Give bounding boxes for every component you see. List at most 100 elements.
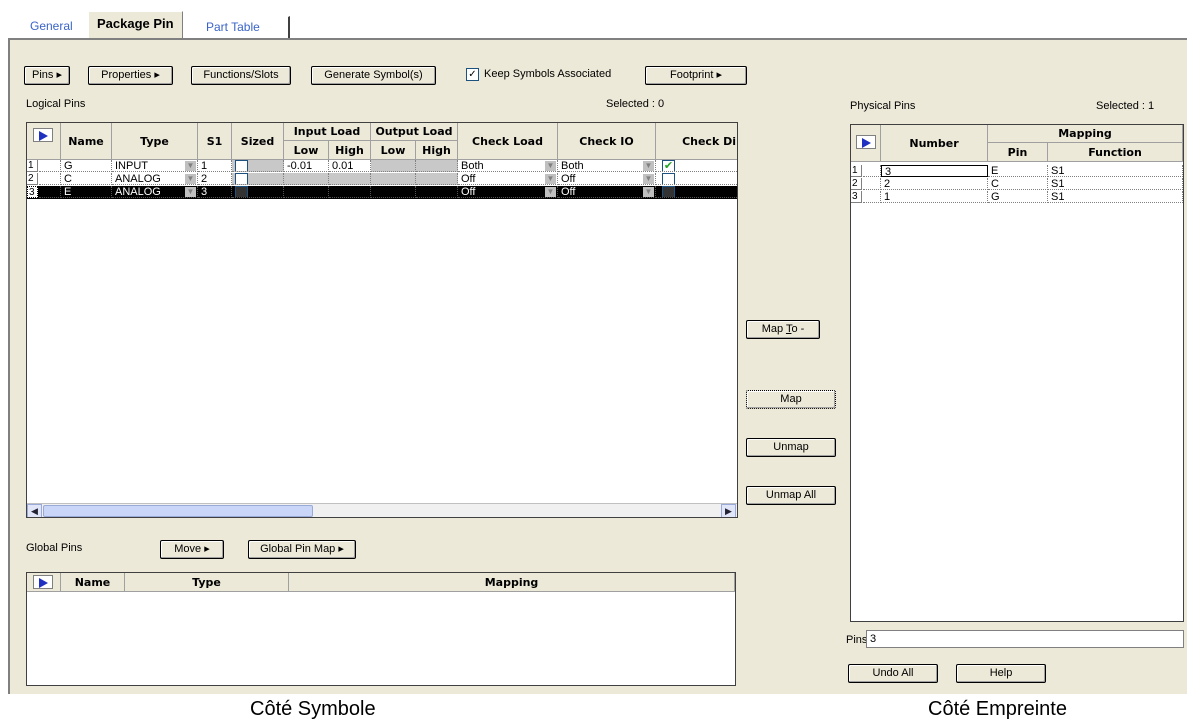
cell-check-io[interactable]: Off ▼ — [558, 186, 656, 198]
col-function[interactable]: Function — [1048, 143, 1183, 162]
generate-symbols-button[interactable]: Generate Symbol(s) — [311, 66, 436, 85]
col-name[interactable]: Name — [61, 123, 112, 160]
cell-output-low[interactable] — [371, 186, 416, 198]
col-type[interactable]: Type — [112, 123, 198, 160]
select-all-arrow-icon[interactable] — [33, 128, 53, 142]
row-number[interactable]: 1 — [851, 165, 862, 177]
col-output-high[interactable]: High — [416, 141, 458, 160]
pins-menu-button[interactable]: Pins ▸ — [24, 66, 70, 85]
table-row[interactable]: 1 3 E S1 — [851, 165, 1183, 178]
cell-output-low[interactable] — [371, 160, 416, 172]
cell-input-low[interactable] — [284, 186, 329, 198]
cell-type[interactable]: INPUT ▼ — [112, 160, 198, 172]
cell-check-io[interactable]: Off ▼ — [558, 173, 656, 185]
table-row[interactable]: 3 1 G S1 — [851, 191, 1183, 204]
dropdown-arrow-icon[interactable]: ▼ — [643, 187, 654, 197]
cell-sized[interactable] — [232, 160, 284, 172]
cell-input-high[interactable]: 0.01 — [329, 160, 371, 172]
table-row[interactable]: 1 G INPUT ▼ 1 -0.01 0.01 Both ▼ Both ▼ ✔ — [27, 160, 737, 173]
col-check-load[interactable]: Check Load — [458, 123, 558, 160]
cell-input-low[interactable] — [284, 173, 329, 185]
dropdown-arrow-icon[interactable]: ▼ — [643, 161, 654, 171]
footprint-menu-button[interactable]: Footprint ▸ — [645, 66, 747, 85]
global-pin-map-button[interactable]: Global Pin Map ▸ — [248, 540, 356, 559]
col-input-low[interactable]: Low — [284, 141, 329, 160]
cell-function[interactable]: S1 — [1048, 165, 1183, 177]
properties-menu-button[interactable]: Properties ▸ — [88, 66, 173, 85]
cell-function[interactable]: S1 — [1048, 191, 1183, 203]
cell-check-load[interactable]: Off ▼ — [458, 186, 558, 198]
scroll-right-icon[interactable]: ▶ — [721, 504, 736, 517]
table-row[interactable]: 2 C ANALOG ▼ 2 Off ▼ Off ▼ — [27, 173, 737, 186]
row-number[interactable]: 2 — [851, 178, 862, 190]
cell-input-low[interactable]: -0.01 — [284, 160, 329, 172]
select-all-arrow-icon[interactable] — [856, 135, 876, 149]
undo-all-button[interactable]: Undo All — [848, 664, 938, 683]
col-number[interactable]: Number — [881, 125, 988, 162]
cell-pin[interactable]: C — [988, 178, 1048, 190]
dropdown-arrow-icon[interactable]: ▼ — [643, 174, 654, 184]
cell-pin[interactable]: G — [988, 191, 1048, 203]
col-global-name[interactable]: Name — [61, 573, 125, 592]
col-check-di[interactable]: Check Di — [656, 123, 737, 160]
global-pins-grid[interactable]: Name Type Mapping — [26, 572, 736, 686]
unmap-button[interactable]: Unmap — [746, 438, 836, 457]
dropdown-arrow-icon[interactable]: ▼ — [185, 161, 196, 171]
col-input-load[interactable]: Input Load — [284, 123, 371, 141]
physical-pins-grid[interactable]: Number Mapping Pin Function 1 3 E S1 2 2… — [850, 124, 1184, 622]
cell-number[interactable]: 2 — [881, 178, 988, 190]
cell-type[interactable]: ANALOG ▼ — [112, 173, 198, 185]
col-pin[interactable]: Pin — [988, 143, 1048, 162]
col-mapping[interactable]: Mapping — [988, 125, 1183, 143]
cell-s1[interactable]: 3 — [198, 186, 232, 198]
check-di-checkbox[interactable] — [662, 173, 675, 184]
tab-general[interactable]: General — [22, 16, 81, 38]
cell-output-high[interactable] — [416, 160, 458, 172]
cell-function[interactable]: S1 — [1048, 178, 1183, 190]
help-button[interactable]: Help — [956, 664, 1046, 683]
select-all-arrow-icon[interactable] — [33, 575, 53, 589]
cell-sized[interactable] — [232, 186, 284, 198]
cell-check-di[interactable] — [656, 186, 737, 198]
scroll-thumb[interactable] — [43, 505, 313, 517]
check-di-checkbox[interactable]: ✔ — [662, 160, 675, 171]
cell-name[interactable]: G — [61, 160, 112, 172]
map-to-button[interactable]: Map To - — [746, 320, 820, 339]
col-output-load[interactable]: Output Load — [371, 123, 458, 141]
row-number[interactable]: 2 — [27, 173, 38, 185]
scroll-left-icon[interactable]: ◀ — [27, 504, 42, 517]
col-global-mapping[interactable]: Mapping — [289, 573, 735, 592]
dropdown-arrow-icon[interactable]: ▼ — [545, 187, 556, 197]
table-row-selected[interactable]: 3 E ANALOG ▼ 3 Off ▼ Off ▼ — [27, 186, 737, 199]
cell-s1[interactable]: 2 — [198, 173, 232, 185]
col-output-low[interactable]: Low — [371, 141, 416, 160]
cell-check-load[interactable]: Off ▼ — [458, 173, 558, 185]
dropdown-arrow-icon[interactable]: ▼ — [185, 187, 196, 197]
cell-output-high[interactable] — [416, 186, 458, 198]
grid-corner[interactable] — [27, 573, 61, 592]
unmap-all-button[interactable]: Unmap All — [746, 486, 836, 505]
cell-number[interactable]: 3 — [881, 165, 988, 177]
sized-checkbox[interactable] — [235, 160, 248, 171]
cell-pin[interactable]: E — [988, 165, 1048, 177]
functions-slots-button[interactable]: Functions/Slots — [191, 66, 291, 85]
cell-check-di[interactable] — [656, 173, 737, 185]
cell-number[interactable]: 1 — [881, 191, 988, 203]
cell-s1[interactable]: 1 — [198, 160, 232, 172]
tab-package-pin[interactable]: Package Pin — [88, 11, 183, 38]
col-check-io[interactable]: Check IO — [558, 123, 656, 160]
col-sized[interactable]: Sized — [232, 123, 284, 160]
grid-corner[interactable] — [27, 123, 61, 160]
cell-check-io[interactable]: Both ▼ — [558, 160, 656, 172]
pins-field[interactable]: 3 — [866, 630, 1184, 648]
keep-symbols-checkbox[interactable]: ✓ — [466, 68, 479, 81]
dropdown-arrow-icon[interactable]: ▼ — [545, 174, 556, 184]
cell-check-di[interactable]: ✔ — [656, 160, 737, 172]
cell-input-high[interactable] — [329, 186, 371, 198]
map-button[interactable]: Map — [746, 390, 836, 409]
table-row[interactable]: 2 2 C S1 — [851, 178, 1183, 191]
check-di-checkbox[interactable] — [662, 186, 675, 197]
cell-name[interactable]: C — [61, 173, 112, 185]
sized-checkbox[interactable] — [235, 186, 248, 197]
col-s1[interactable]: S1 — [198, 123, 232, 160]
